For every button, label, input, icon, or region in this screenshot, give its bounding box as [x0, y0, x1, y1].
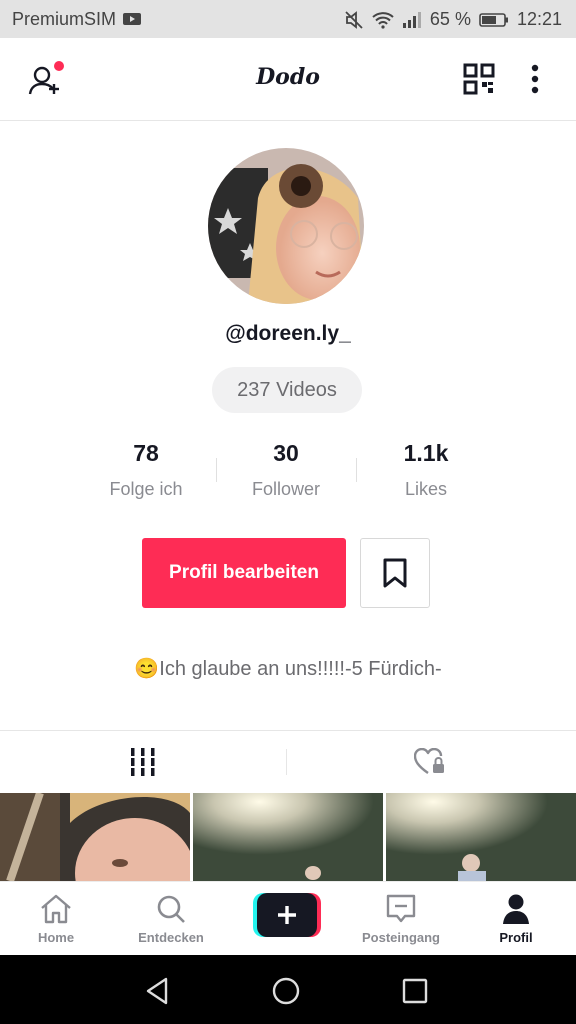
mute-icon: [345, 10, 363, 29]
profile-bio: 😊Ich glaube an uns!!!!!-5 Fürdich-: [134, 658, 442, 680]
qr-code-icon: [463, 63, 495, 95]
back-button[interactable]: [142, 975, 174, 1007]
stat-likes-label: Likes: [404, 479, 448, 499]
content-tabs: [0, 730, 576, 793]
username: @doreen.ly_: [225, 322, 351, 345]
tab-videos[interactable]: [0, 731, 286, 793]
clock: 12:21: [516, 9, 562, 29]
signal-icon: [402, 11, 421, 28]
create-video-button[interactable]: [253, 893, 321, 937]
video-notification-icon: [123, 13, 142, 25]
profile-photo: [208, 148, 364, 304]
videos-grid-icon: [131, 748, 155, 776]
plus-icon: [253, 893, 321, 937]
video-thumbnail-image: [0, 793, 190, 881]
recents-square-icon: [402, 978, 428, 1004]
stat-following-label: Folge ich: [109, 479, 183, 499]
video-thumbnail[interactable]: [386, 793, 576, 881]
nav-profile-label: Profil: [499, 930, 533, 945]
stat-likes[interactable]: 1.1k Likes: [356, 440, 496, 500]
liked-private-icon: [414, 748, 444, 774]
favorites-button[interactable]: [360, 538, 430, 608]
home-icon: [41, 894, 71, 924]
video-thumbnail[interactable]: [0, 793, 190, 881]
stat-following-value: 78: [133, 440, 159, 466]
video-thumbnail-image: [386, 793, 576, 881]
stat-likes-value: 1.1k: [403, 440, 449, 466]
nav-inbox[interactable]: Posteingang: [346, 882, 456, 956]
profile-icon: [503, 894, 529, 924]
carrier-label: PremiumSIM: [12, 9, 142, 30]
battery-icon: [479, 12, 508, 27]
nav-home-label: Home: [37, 930, 75, 945]
tab-liked[interactable]: [287, 731, 573, 793]
avatar[interactable]: [208, 148, 364, 304]
nav-inbox-label: Posteingang: [361, 930, 440, 945]
nav-home[interactable]: Home: [1, 882, 111, 956]
home-system-button[interactable]: [270, 975, 302, 1007]
stat-followers-label: Follower: [251, 479, 321, 499]
video-thumbnail-image: [193, 793, 383, 881]
wifi-icon: [372, 11, 394, 29]
carrier-text: PremiumSIM: [12, 9, 117, 29]
stat-following[interactable]: 78 Folge ich: [76, 440, 216, 500]
back-triangle-icon: [146, 977, 168, 1005]
profile-header: Dodo: [0, 38, 576, 121]
video-thumbnail[interactable]: [193, 793, 383, 881]
video-count-badge[interactable]: 237 Videos: [212, 367, 362, 413]
edit-profile-button[interactable]: Profil bearbeiten: [142, 538, 346, 608]
video-grid: [0, 793, 576, 881]
nav-profile[interactable]: Profil: [461, 882, 571, 956]
home-circle-icon: [272, 977, 300, 1005]
stat-followers-value: 30: [273, 440, 299, 466]
recents-button[interactable]: [399, 975, 431, 1007]
nav-discover-label: Entdecken: [138, 930, 204, 945]
more-options-button[interactable]: [522, 62, 548, 96]
qr-code-button[interactable]: [462, 62, 496, 96]
more-vertical-icon: [531, 64, 539, 94]
inbox-icon: [386, 894, 416, 923]
status-bar: PremiumSIM 65 % 12:21: [0, 0, 576, 38]
stat-followers[interactable]: 30 Follower: [216, 440, 356, 500]
bottom-navigation: Home Entdecken Posteingang Profil: [0, 881, 576, 956]
search-icon: [157, 895, 185, 923]
system-navigation-bar: [0, 955, 576, 1024]
battery-percent: 65 %: [429, 9, 471, 29]
nav-discover[interactable]: Entdecken: [116, 882, 226, 956]
bookmark-icon: [383, 558, 407, 588]
